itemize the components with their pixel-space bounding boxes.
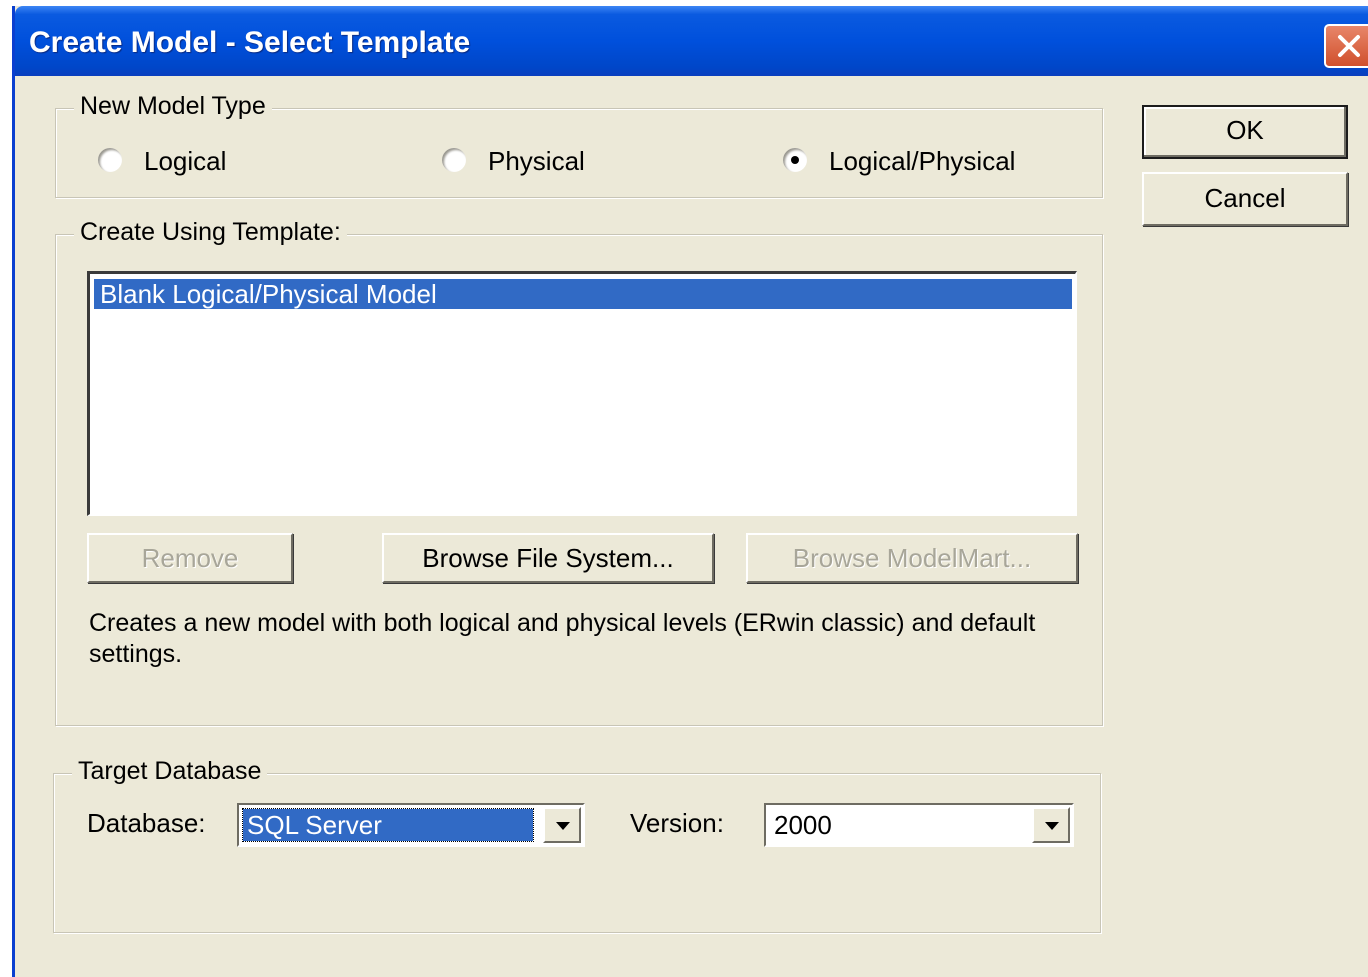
ok-button[interactable]: OK xyxy=(1142,105,1348,159)
create-using-template-legend: Create Using Template: xyxy=(74,218,347,247)
cancel-button[interactable]: Cancel xyxy=(1142,172,1348,226)
list-item[interactable]: Blank Logical/Physical Model xyxy=(94,279,1072,309)
radio-logical-physical[interactable]: Logical/Physical xyxy=(783,146,1083,176)
dialog-window: Create Model - Select Template New Model… xyxy=(12,6,1368,977)
target-database-legend: Target Database xyxy=(72,757,268,786)
close-button[interactable] xyxy=(1324,24,1368,68)
browse-file-system-button[interactable]: Browse File System... xyxy=(382,533,714,583)
database-select[interactable]: SQL Server xyxy=(237,803,585,847)
radio-logical[interactable]: Logical xyxy=(98,146,318,176)
browse-modelmart-button[interactable]: Browse ModelMart... xyxy=(746,533,1078,583)
remove-button[interactable]: Remove xyxy=(87,533,293,583)
radio-logical-physical-label: Logical/Physical xyxy=(829,146,1016,176)
radio-logical-label: Logical xyxy=(144,146,227,176)
close-icon xyxy=(1338,35,1360,57)
target-database-group: Target Database xyxy=(53,757,1101,933)
version-select-value: 2000 xyxy=(774,810,832,840)
window-title: Create Model - Select Template xyxy=(29,26,471,59)
template-listbox[interactable]: Blank Logical/Physical Model xyxy=(87,271,1077,516)
version-select[interactable]: 2000 xyxy=(764,803,1074,847)
chevron-down-icon[interactable] xyxy=(543,807,581,843)
radio-button-icon xyxy=(98,148,122,172)
title-bar[interactable]: Create Model - Select Template xyxy=(15,6,1368,76)
template-description: Creates a new model with both logical an… xyxy=(89,609,1036,668)
database-select-value: SQL Server xyxy=(242,808,534,842)
radio-physical-label: Physical xyxy=(488,146,585,176)
radio-physical[interactable]: Physical xyxy=(442,146,662,176)
radio-button-icon xyxy=(783,148,807,172)
radio-button-icon xyxy=(442,148,466,172)
new-model-type-legend: New Model Type xyxy=(74,92,272,121)
database-label: Database: xyxy=(87,808,206,838)
chevron-down-icon[interactable] xyxy=(1032,807,1070,843)
new-model-type-group: New Model Type Logical Physical Logical/… xyxy=(55,92,1103,198)
version-label: Version: xyxy=(630,808,724,838)
